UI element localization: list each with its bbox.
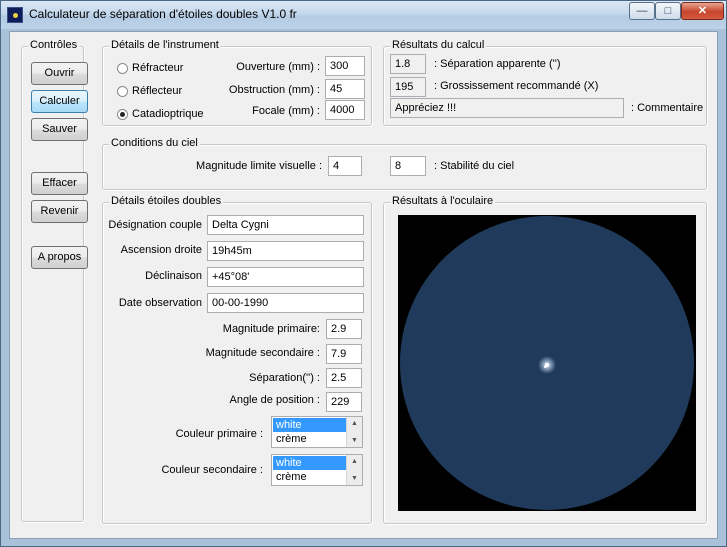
reflecteur-radio[interactable] bbox=[117, 86, 128, 97]
separation-label: Séparation('') : bbox=[249, 372, 320, 384]
couleur-secondaire-label: Couleur secondaire : bbox=[161, 464, 263, 476]
minimize-button[interactable]: — bbox=[629, 2, 655, 20]
list-item[interactable]: crème bbox=[273, 432, 346, 446]
stars-group-title: Détails étoiles doubles bbox=[109, 195, 224, 207]
app-window: Calculateur de séparation d'étoiles doub… bbox=[0, 0, 727, 547]
sauver-button[interactable]: Sauver bbox=[31, 118, 88, 141]
commentaire-value: Appréciez !!! bbox=[390, 98, 624, 118]
eyepiece-view bbox=[398, 215, 696, 511]
a-propos-button[interactable]: A propos bbox=[31, 246, 88, 269]
angle-position-field[interactable]: 229 bbox=[326, 392, 362, 412]
eyepiece-group-title: Résultats à l'oculaire bbox=[390, 195, 496, 207]
scroll-up-icon[interactable]: ▲ bbox=[347, 455, 362, 468]
commentaire-label: : Commentaire bbox=[631, 102, 704, 114]
window-title: Calculateur de séparation d'étoiles doub… bbox=[29, 7, 297, 21]
calculer-button[interactable]: Calculer bbox=[31, 90, 88, 113]
scroll-down-icon[interactable]: ▼ bbox=[347, 434, 362, 447]
focale-label: Focale (mm) : bbox=[252, 105, 320, 117]
instrument-group-title: Détails de l'instrument bbox=[109, 39, 221, 51]
ouverture-label: Ouverture (mm) : bbox=[236, 61, 320, 73]
close-button[interactable]: ✕ bbox=[681, 2, 724, 20]
separation-apparente-value: 1.8 bbox=[390, 54, 426, 74]
scrollbar[interactable]: ▲ ▼ bbox=[346, 417, 362, 447]
maximize-button[interactable]: □ bbox=[655, 2, 681, 20]
controls-group-title: Contrôles bbox=[28, 39, 80, 51]
grossissement-value: 195 bbox=[390, 77, 426, 97]
results-group-title: Résultats du calcul bbox=[390, 39, 487, 51]
reflecteur-label: Réflecteur bbox=[132, 85, 183, 97]
list-item[interactable]: white bbox=[273, 456, 346, 470]
refracteur-radio[interactable] bbox=[117, 63, 128, 74]
couleur-secondaire-listbox[interactable]: white crème ▲ ▼ bbox=[271, 454, 363, 486]
effacer-button[interactable]: Effacer bbox=[31, 172, 88, 195]
sky-group-title: Conditions du ciel bbox=[109, 137, 200, 149]
ouverture-field[interactable]: 300 bbox=[325, 56, 365, 76]
scrollbar[interactable]: ▲ ▼ bbox=[346, 455, 362, 485]
ascension-label: Ascension droite bbox=[120, 244, 202, 256]
magnitude-secondaire-label: Magnitude secondaire : bbox=[205, 347, 320, 359]
designation-field[interactable]: Delta Cygni bbox=[207, 215, 364, 235]
date-observation-label: Date observation bbox=[118, 297, 202, 309]
declinaison-label: Déclinaison bbox=[145, 270, 202, 282]
revenir-button[interactable]: Revenir bbox=[31, 200, 88, 223]
secondary-star bbox=[543, 365, 547, 369]
ouvrir-button[interactable]: Ouvrir bbox=[31, 62, 88, 85]
obstruction-label: Obstruction (mm) : bbox=[228, 84, 320, 96]
separation-apparente-label: : Séparation apparente ('') bbox=[434, 58, 561, 70]
scroll-down-icon[interactable]: ▼ bbox=[347, 472, 362, 485]
magnitude-primaire-field[interactable]: 2.9 bbox=[326, 319, 362, 339]
separation-field[interactable]: 2.5 bbox=[326, 368, 362, 388]
title-bar: Calculateur de séparation d'étoiles doub… bbox=[1, 1, 726, 29]
magnitude-secondaire-field[interactable]: 7.9 bbox=[326, 344, 362, 364]
magnitude-primaire-label: Magnitude primaire: bbox=[222, 323, 320, 335]
focale-field[interactable]: 4000 bbox=[325, 100, 365, 120]
eyepiece-svg bbox=[400, 216, 694, 510]
ascension-field[interactable]: 19h45m bbox=[207, 241, 364, 261]
scroll-up-icon[interactable]: ▲ bbox=[347, 417, 362, 430]
client-area: Contrôles Ouvrir Calculer Sauver Effacer… bbox=[9, 31, 718, 539]
date-observation-field[interactable]: 00-00-1990 bbox=[207, 293, 364, 313]
list-item[interactable]: crème bbox=[273, 470, 346, 484]
catadioptrique-radio[interactable] bbox=[117, 109, 128, 120]
catadioptrique-label: Catadioptrique bbox=[132, 108, 204, 120]
angle-position-label: Angle de position : bbox=[229, 394, 320, 406]
designation-label: Désignation couple bbox=[108, 219, 202, 231]
magnitude-limite-label: Magnitude limite visuelle : bbox=[196, 160, 322, 172]
list-item[interactable]: white bbox=[273, 418, 346, 432]
stabilite-ciel-label: : Stabilité du ciel bbox=[434, 160, 515, 172]
couleur-primaire-label: Couleur primaire : bbox=[175, 428, 263, 440]
app-star-icon bbox=[7, 7, 23, 23]
couleur-primaire-listbox[interactable]: white crème ▲ ▼ bbox=[271, 416, 363, 448]
grossissement-label: : Grossissement recommandé (X) bbox=[434, 80, 599, 92]
declinaison-field[interactable]: +45°08' bbox=[207, 267, 364, 287]
refracteur-label: Réfracteur bbox=[132, 62, 184, 74]
stabilite-ciel-field[interactable]: 8 bbox=[390, 156, 426, 176]
obstruction-field[interactable]: 45 bbox=[325, 79, 365, 99]
magnitude-limite-field[interactable]: 4 bbox=[328, 156, 362, 176]
